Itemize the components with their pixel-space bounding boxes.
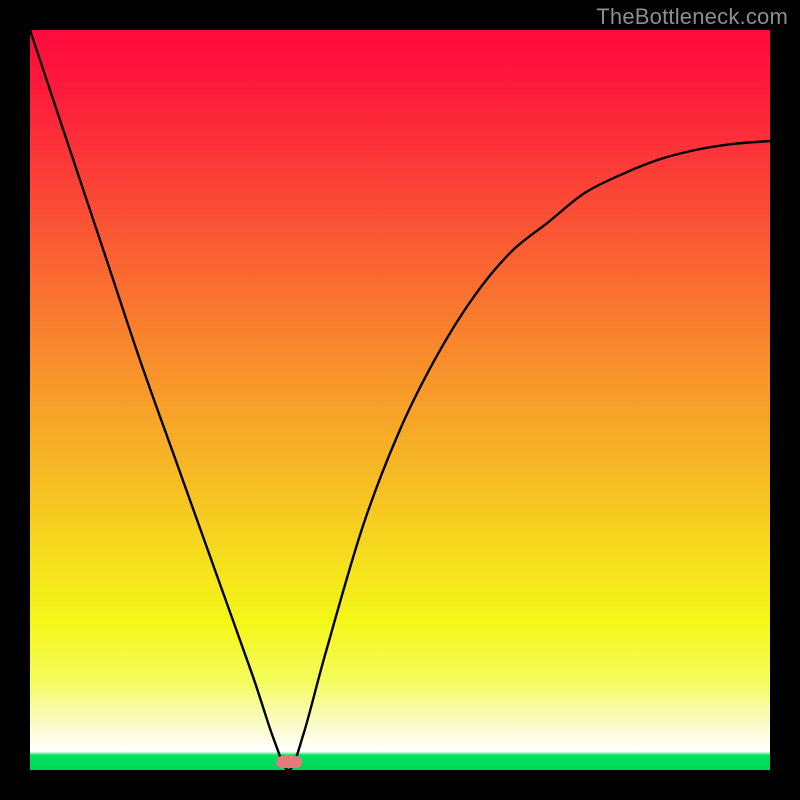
chart-plot-area	[30, 30, 770, 770]
watermark-label: TheBottleneck.com	[596, 4, 788, 30]
bottleneck-curve	[30, 30, 770, 770]
optimal-point-marker	[276, 756, 302, 768]
